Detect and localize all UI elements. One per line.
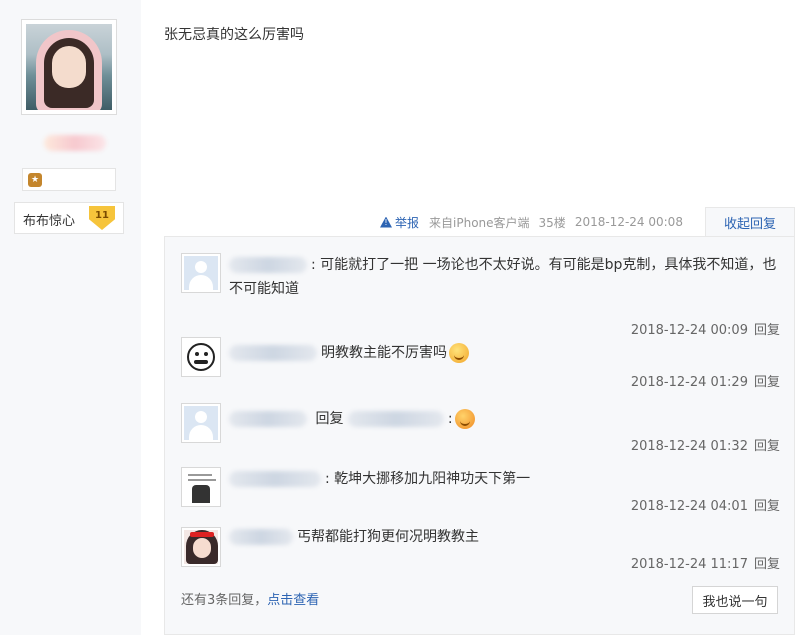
- reply-button[interactable]: 我也说一句: [692, 586, 778, 614]
- reply-link[interactable]: 回复: [754, 323, 780, 338]
- author-column: ★ 布布惊心 11: [0, 0, 141, 635]
- level-shield-icon: 11: [89, 206, 115, 230]
- reply-time: 2018-12-24 00:09: [630, 323, 748, 338]
- post-source: 来自iPhone客户端: [429, 215, 530, 230]
- reply-body: : 乾坤大挪移加九阳神功天下第一: [229, 467, 781, 491]
- reply-time: 2018-12-24 01:29: [630, 375, 748, 390]
- reply-text: : 乾坤大挪移加九阳神功天下第一: [325, 471, 531, 487]
- report-link[interactable]: ! 举报: [380, 214, 419, 231]
- more-replies-link[interactable]: 点击查看: [267, 593, 319, 608]
- warning-icon: !: [380, 216, 392, 228]
- reply-time: 2018-12-24 11:17: [630, 557, 748, 572]
- member-badge-text: [47, 174, 107, 186]
- meme-face-icon[interactable]: [181, 337, 221, 377]
- reply-link[interactable]: 回复: [754, 499, 780, 514]
- reply-body: 回复 :: [229, 407, 781, 431]
- reply-username-blurred[interactable]: [229, 345, 317, 361]
- reply-username-blurred[interactable]: [229, 471, 321, 487]
- reply-link[interactable]: 回复: [754, 439, 780, 454]
- grade-name: 布布惊心: [23, 214, 76, 229]
- reply-text: :: [447, 411, 453, 427]
- reply-text: : 可能就打了一把 一场论也不太好说。有可能是bp克制，具体我不知道，也不可能知…: [229, 257, 777, 297]
- more-replies-text: 还有3条回复，: [181, 593, 268, 608]
- reply-body: : 可能就打了一把 一场论也不太好说。有可能是bp克制，具体我不知道，也不可能知…: [229, 253, 781, 301]
- more-replies: 还有3条回复，点击查看: [181, 589, 319, 608]
- reply-body: 明教教主能不厉害吗: [229, 341, 781, 365]
- reply-meta: 2018-12-24 00:09 回复: [631, 319, 780, 338]
- reply-time: 2018-12-24 01:32: [630, 439, 748, 454]
- post-time: 2018-12-24 00:08: [574, 215, 683, 229]
- smile-emoji-icon: [449, 343, 469, 363]
- author-name-blurred[interactable]: [44, 135, 106, 151]
- reply-body: 丐帮都能打狗更何况明教教主: [229, 525, 781, 549]
- report-label: 举报: [395, 215, 420, 230]
- post-floor: 35楼: [538, 215, 566, 230]
- reply-link[interactable]: 回复: [754, 375, 780, 390]
- girl-photo-icon[interactable]: [181, 527, 221, 567]
- default-user-icon[interactable]: [181, 403, 221, 443]
- reply-username-blurred[interactable]: [229, 257, 307, 273]
- author-avatar[interactable]: [21, 19, 117, 115]
- default-user-icon[interactable]: [181, 253, 221, 293]
- reply-panel: : 可能就打了一把 一场论也不太好说。有可能是bp克制，具体我不知道，也不可能知…: [164, 236, 795, 635]
- reply-time: 2018-12-24 04:01: [630, 499, 748, 514]
- text-meme-icon[interactable]: [181, 467, 221, 507]
- reply-meta: 2018-12-24 11:17 回复: [631, 553, 780, 572]
- reply-username-blurred[interactable]: [229, 529, 293, 545]
- grade-box[interactable]: 布布惊心 11: [14, 202, 124, 234]
- reply-prefix: 回复: [315, 411, 344, 427]
- author-avatar-image: [26, 24, 112, 110]
- reply-link[interactable]: 回复: [754, 557, 780, 572]
- reply-target-blurred[interactable]: [347, 411, 444, 427]
- reply-text: 明教教主能不厉害吗: [321, 345, 447, 361]
- reply-meta: 2018-12-24 04:01 回复: [631, 495, 780, 514]
- reply-username-blurred[interactable]: [229, 411, 307, 427]
- reply-meta: 2018-12-24 01:29 回复: [631, 371, 780, 390]
- collapse-replies-button[interactable]: 收起回复: [705, 207, 795, 237]
- member-badge-icon: ★: [28, 173, 42, 187]
- member-badge-box[interactable]: ★: [22, 168, 116, 191]
- post-content: 张无忌真的这么厉害吗: [164, 27, 304, 43]
- angry-emoji-icon: [454, 409, 475, 429]
- reply-meta: 2018-12-24 01:32 回复: [631, 435, 780, 454]
- reply-text: 丐帮都能打狗更何况明教教主: [297, 529, 479, 545]
- post-tail: ! 举报 来自iPhone客户端 35楼 2018-12-24 00:08: [380, 210, 692, 234]
